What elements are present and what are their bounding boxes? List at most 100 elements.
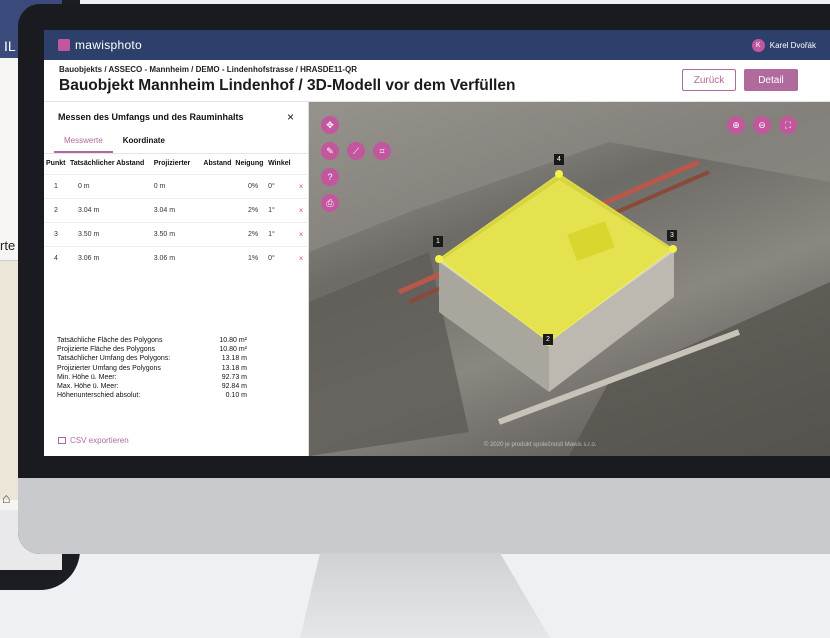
table-row: 3 3.50 m 3.50 m 2% 1° × <box>44 221 309 246</box>
3d-viewer[interactable]: 1 2 3 4 ✥ ✎ ⟋ ⌗ ? ⎙ ⊕ ⊖ ⛶ © 2020 je prod… <box>309 102 830 456</box>
cell-tatsaechlich: 3.04 m <box>67 197 152 222</box>
table-row: 1 0 m 0 m 0% 0° × <box>44 173 309 198</box>
zoom-in-icon[interactable]: ⊕ <box>727 116 745 134</box>
table-row: 4 3.06 m 3.06 m 1% 0° × <box>44 245 309 270</box>
stat-label: Projizierte Fläche des Polygons <box>57 346 156 354</box>
cell-tatsaechlich: 3.50 m <box>67 221 152 246</box>
panel-header: Messen des Umfangs und des Rauminhalts × <box>44 102 308 132</box>
export-icon <box>58 437 66 444</box>
point-label: 4 <box>554 154 564 165</box>
csv-export-label: CSV exportieren <box>70 436 129 445</box>
stat-row: Max. Höhe ü. Meer: 92.84 m <box>57 382 247 391</box>
cell-abstand <box>200 245 234 270</box>
help-icon[interactable]: ? <box>321 168 339 186</box>
measurement-table: Punkt Tatsächlicher Abstand Projizierter… <box>44 154 309 270</box>
app-bar: mawisphoto K Karel Dvořák <box>44 30 830 60</box>
back-button[interactable]: Zurück <box>682 69 736 91</box>
user-name: Karel Dvořák <box>769 40 816 50</box>
stat-row: Tatsächlicher Umfang des Polygons: 13.18 … <box>57 354 247 363</box>
user-menu[interactable]: K Karel Dvořák <box>751 38 816 52</box>
tab-messwerte[interactable]: Messwerte <box>54 132 113 153</box>
stat-value: 92.84 m <box>221 382 247 390</box>
cell-abstand <box>200 173 234 198</box>
stat-row: Projizierte Fläche des Polygons 10.80 m² <box>57 345 247 354</box>
phone-header-text: IL <box>4 38 16 54</box>
delete-point-icon[interactable]: × <box>296 221 309 246</box>
stat-label: Tatsächlicher Umfang des Polygons: <box>57 355 171 363</box>
polygon-vertex[interactable] <box>669 245 677 253</box>
col-abstand: Abstand <box>203 160 232 168</box>
zoom-out-icon[interactable]: ⊖ <box>753 116 771 134</box>
close-icon[interactable]: × <box>287 110 294 124</box>
stat-value: 13.18 m <box>221 364 247 372</box>
panel-title: Messen des Umfangs und des Rauminhalts <box>58 112 244 122</box>
cell-punkt: 4 <box>44 245 68 270</box>
brand-name: mawisphoto <box>75 38 143 52</box>
measure-line-icon[interactable]: ⟋ <box>347 142 365 160</box>
cell-tatsaechlich: 3.06 m <box>67 245 152 270</box>
cell-abstand <box>200 197 234 222</box>
cell-neigung: 0% <box>233 173 267 198</box>
stat-value: 10.80 m² <box>219 346 247 354</box>
logo-icon <box>58 39 70 51</box>
title-bar: Bauobjekts / ASSECO - Mannheim / DEMO - … <box>44 60 830 102</box>
polygon-area-icon[interactable]: ⌗ <box>373 142 391 160</box>
col-winkel: Winkel <box>268 160 291 168</box>
polygon-stats: Tatsächliche Fläche des Polygons 10.80 m²… <box>57 336 247 400</box>
delete-point-icon[interactable]: × <box>296 197 309 222</box>
app-screen: mawisphoto K Karel Dvořák Bauobjekts / A… <box>44 30 830 456</box>
delete-point-icon[interactable]: × <box>296 173 309 198</box>
move-tool-icon[interactable]: ✥ <box>321 116 339 134</box>
stat-row: Min. Höhe ü. Meer: 92.73 m <box>57 373 247 382</box>
point-label: 1 <box>433 236 443 247</box>
col-delete <box>297 154 309 174</box>
col-punkt: Punkt <box>46 160 66 168</box>
cell-winkel: 0° <box>266 245 297 270</box>
point-label: 3 <box>667 230 677 241</box>
cell-punkt: 3 <box>44 221 68 246</box>
cell-projiziert: 3.04 m <box>151 197 201 222</box>
pencil-tool-icon[interactable]: ✎ <box>321 142 339 160</box>
stat-value: 92.73 m <box>221 373 247 381</box>
cell-projiziert: 3.50 m <box>151 221 201 246</box>
home-icon: ⌂ <box>2 490 11 506</box>
phone-side-text: rte <box>0 238 16 253</box>
print-icon[interactable]: ⎙ <box>321 194 339 212</box>
cell-punkt: 1 <box>44 173 68 198</box>
monitor-chin <box>18 478 830 554</box>
monitor-stand <box>300 553 550 638</box>
cell-winkel: 0° <box>266 173 297 198</box>
col-projiziert: Projizierter <box>153 160 191 168</box>
cell-neigung: 1% <box>233 245 267 270</box>
polygon-vertex[interactable] <box>555 170 563 178</box>
stat-row: Tatsächliche Fläche des Polygons 10.80 m² <box>57 336 247 345</box>
stat-row: Höhenunterschied absolut: 0.10 m <box>57 391 247 400</box>
measure-panel: Messen des Umfangs und des Rauminhalts ×… <box>44 102 309 456</box>
cell-winkel: 1° <box>266 221 297 246</box>
detail-button[interactable]: Detail <box>744 69 798 91</box>
stat-row: Projizierter Umfang des Polygons 13.18 m <box>57 364 247 373</box>
panel-tabs: Messwerte Koordinate <box>44 132 308 154</box>
cell-winkel: 1° <box>266 197 297 222</box>
col-tatsaechlich: Tatsächlicher Abstand <box>69 160 145 168</box>
fit-view-icon[interactable]: ⛶ <box>779 116 797 134</box>
cell-projiziert: 3.06 m <box>151 245 201 270</box>
stat-label: Höhenunterschied absolut: <box>57 392 141 400</box>
delete-point-icon[interactable]: × <box>296 245 309 270</box>
cell-projiziert: 0 m <box>151 173 201 198</box>
cell-neigung: 2% <box>233 197 267 222</box>
content-area: Messen des Umfangs und des Rauminhalts ×… <box>44 102 830 456</box>
stat-value: 13.18 m <box>221 355 247 363</box>
table-row: 2 3.04 m 3.04 m 2% 1° × <box>44 197 309 222</box>
point-label: 2 <box>543 334 553 345</box>
viewer-attribution: © 2020 je produkt společnosti Mawis s.r.… <box>484 442 597 448</box>
avatar: K <box>751 38 765 52</box>
cell-punkt: 2 <box>44 197 68 222</box>
polygon-vertex[interactable] <box>435 255 443 263</box>
tab-koordinate[interactable]: Koordinate <box>113 132 175 153</box>
stat-label: Max. Höhe ü. Meer: <box>57 382 119 390</box>
stat-value: 10.80 m² <box>219 337 247 344</box>
cell-abstand <box>200 221 234 246</box>
stat-label: Projizierter Umfang des Polygons <box>57 364 161 372</box>
csv-export-link[interactable]: CSV exportieren <box>58 436 129 445</box>
